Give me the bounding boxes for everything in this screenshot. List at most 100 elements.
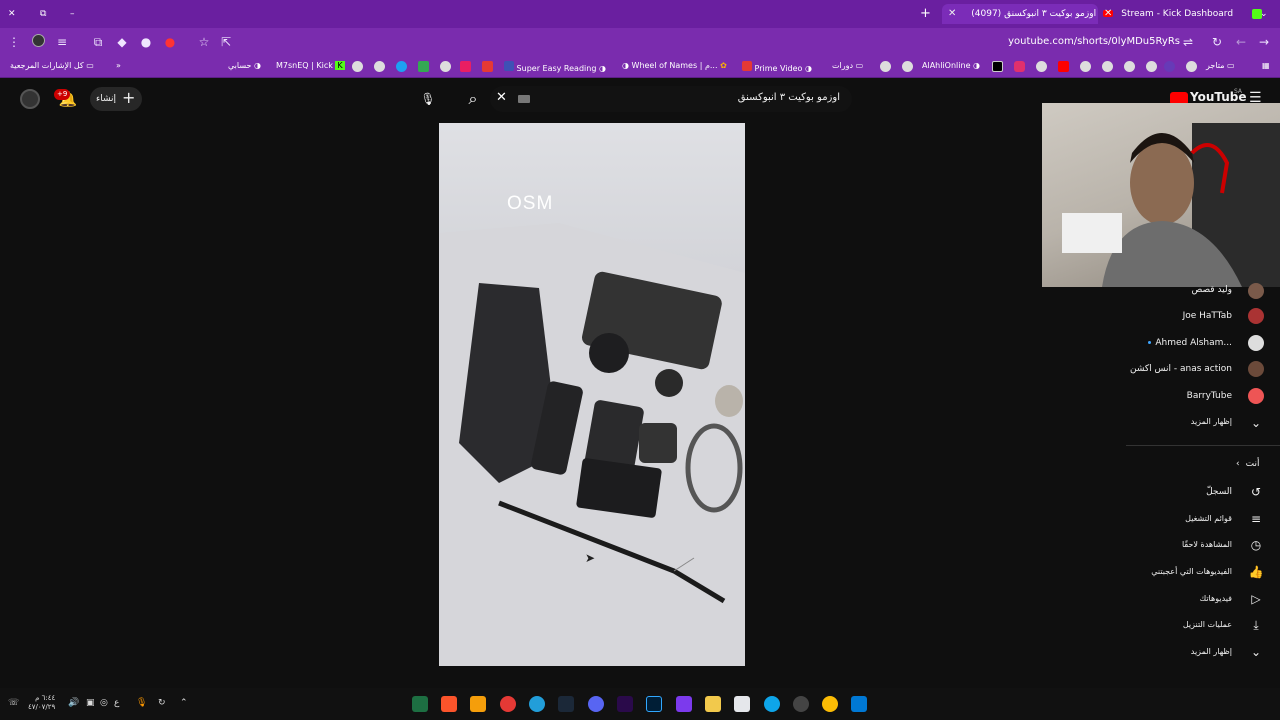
bookmark-icon[interactable] (902, 61, 913, 72)
bookmark-icon[interactable] (880, 61, 891, 72)
bookmark-icon[interactable] (1124, 61, 1135, 72)
bookmark-icon[interactable] (460, 61, 471, 72)
bookmark-icon[interactable] (1080, 61, 1091, 72)
youtube-icon[interactable] (1058, 61, 1069, 72)
tiktok-icon[interactable] (992, 61, 1003, 72)
steam-icon[interactable] (558, 696, 574, 712)
instagram-icon[interactable] (1014, 61, 1025, 72)
bookmark-item[interactable]: Prime Video ◑ (742, 61, 812, 73)
close-window-icon[interactable]: ✕ (8, 4, 22, 24)
clear-search-icon[interactable]: ✕ (496, 90, 507, 105)
site-settings-icon[interactable]: ⇌ (1180, 34, 1196, 50)
minimize-window-icon[interactable]: – (70, 4, 84, 24)
tab-youtube[interactable]: ✕ (4097) اوزمو بوكيت ٣ انبوكسنق (942, 4, 1113, 24)
profile-avatar-icon[interactable] (30, 34, 46, 50)
edge-icon[interactable] (764, 696, 780, 712)
address-bar[interactable]: youtube.com/shorts/0lyMDu5RyRs (1008, 36, 1180, 47)
obs-icon[interactable] (793, 696, 809, 712)
close-tab-icon[interactable]: ✕ (948, 8, 956, 19)
windows-start-icon[interactable] (851, 696, 867, 712)
avatar[interactable] (1248, 388, 1264, 404)
reload-icon[interactable]: ↻ (1209, 34, 1225, 50)
app-icon[interactable] (470, 696, 486, 712)
tab-kick[interactable]: ✕ Stream - Kick Dashboard (1104, 4, 1262, 24)
volume-icon[interactable]: 🔊 (68, 698, 79, 708)
extensions-icon[interactable]: ⧉ (90, 34, 106, 50)
search-input[interactable]: ✕ اوزمو بوكيت ٣ انبوكسنق (490, 86, 852, 112)
bookmark-folder[interactable]: دورات ▭ (832, 61, 863, 70)
keyboard-icon[interactable] (518, 95, 530, 103)
sync-icon[interactable]: ↻ (158, 698, 166, 708)
avatar[interactable] (1248, 308, 1264, 324)
show-more-you[interactable]: إظهار المزيد (1191, 647, 1232, 656)
voice-search-button[interactable]: 🎙 (415, 86, 441, 112)
sidebar-item-your-videos[interactable]: فيديوهاتك (1200, 594, 1232, 603)
bookmark-icon[interactable] (1036, 61, 1047, 72)
subscription-item[interactable]: Joe HaTTab (1183, 311, 1232, 321)
install-app-icon[interactable]: ⇱ (218, 34, 234, 50)
all-bookmarks-folder[interactable]: كل الإشارات المرجعية ▭ (10, 61, 94, 70)
tab-search-icon[interactable]: ≡ (54, 34, 70, 50)
bookmark-icon[interactable] (1164, 61, 1175, 72)
bookmark-item[interactable]: ◑ Wheel of Names | م... ✿ (622, 61, 727, 70)
bookmark-icon[interactable] (418, 61, 429, 72)
create-button[interactable]: إنشاء + (90, 87, 142, 111)
avatar[interactable] (20, 89, 40, 109)
subscription-item[interactable]: BarryTube (1187, 391, 1232, 401)
show-hidden-icons[interactable]: ⌃ (180, 698, 188, 708)
bookmark-icon[interactable] (352, 61, 363, 72)
more-bookmarks-icon[interactable]: » (116, 61, 121, 70)
avatar[interactable] (1248, 335, 1264, 351)
bookmark-icon[interactable] (374, 61, 385, 72)
avatar[interactable] (1248, 361, 1264, 377)
system-clock[interactable]: ٦:٤٤ م ٤٧/٠٧/٢٩ (28, 694, 55, 712)
menu-icon[interactable]: ⋮ (6, 34, 22, 50)
sidebar-item-watch-later[interactable]: المشاهدة لاحقًا (1182, 540, 1232, 549)
chevron-down-icon[interactable]: ⌄ (1248, 644, 1264, 660)
bookmark-folder[interactable]: متاجر ▭ (1206, 61, 1235, 70)
tray-icon[interactable]: ◎ (100, 698, 108, 708)
subscription-item[interactable]: وليد قصص (1191, 285, 1232, 295)
tab-search-icon[interactable]: ⌄ (1260, 4, 1274, 24)
bookmark-icon[interactable] (1102, 61, 1113, 72)
bookmark-star-icon[interactable]: ☆ (196, 34, 212, 50)
app-icon[interactable] (676, 696, 692, 712)
store-icon[interactable] (734, 696, 750, 712)
bookmark-icon[interactable] (1146, 61, 1157, 72)
sidebar-item-liked-videos[interactable]: الفيديوهات التي أعجبتني (1151, 567, 1232, 576)
bookmark-item[interactable]: M7snEQ | Kick K (276, 61, 345, 70)
new-tab-icon[interactable]: + (920, 4, 934, 24)
forward-icon[interactable]: ← (1233, 34, 1249, 50)
language-indicator[interactable]: ع (114, 698, 119, 708)
excel-icon[interactable] (412, 696, 428, 712)
subscription-item[interactable]: Ahmed Alsham... (1155, 338, 1232, 348)
bookmark-item[interactable]: AlAhliOnline ◑ (922, 61, 980, 70)
file-explorer-icon[interactable] (705, 696, 721, 712)
extension-icon[interactable]: ● (138, 34, 154, 50)
app-icon[interactable] (500, 696, 516, 712)
bookmark-icon[interactable] (396, 61, 407, 72)
avatar[interactable] (1248, 283, 1264, 299)
network-icon[interactable]: ▣ (86, 698, 95, 708)
discord-icon[interactable] (588, 696, 604, 712)
subscription-item[interactable]: انس اكشن - anas action (1130, 364, 1232, 374)
sidebar-item-downloads[interactable]: عمليات التنزيل (1183, 620, 1232, 629)
bookmark-item[interactable]: Super Easy Reading ◑ (504, 61, 606, 73)
chrome-icon[interactable] (822, 696, 838, 712)
bookmark-item[interactable]: حسابي ◑ (228, 61, 261, 70)
close-tab-icon[interactable]: ✕ (1104, 8, 1112, 19)
mic-tray-icon[interactable]: 🎙 (136, 698, 147, 708)
bookmark-icon[interactable] (1186, 61, 1197, 72)
apps-grid-icon[interactable]: ▦ (1262, 61, 1270, 70)
shorts-video[interactable]: OSM ➤ (439, 123, 745, 666)
bookmark-icon[interactable] (482, 61, 493, 72)
search-button[interactable]: ⌕ (458, 86, 488, 112)
brave-icon[interactable] (441, 696, 457, 712)
sidebar-item-playlists[interactable]: قوائم التشغيل (1185, 514, 1232, 523)
you-section-header[interactable]: ‹ أنت (1236, 459, 1259, 469)
photoshop-icon[interactable] (646, 696, 662, 712)
extension-icon[interactable]: ● (162, 34, 178, 50)
chevron-down-icon[interactable]: ⌄ (1248, 415, 1264, 431)
notification-center-icon[interactable]: ☏ (8, 698, 19, 708)
show-more-subs[interactable]: إظهار المزيد (1191, 417, 1232, 426)
